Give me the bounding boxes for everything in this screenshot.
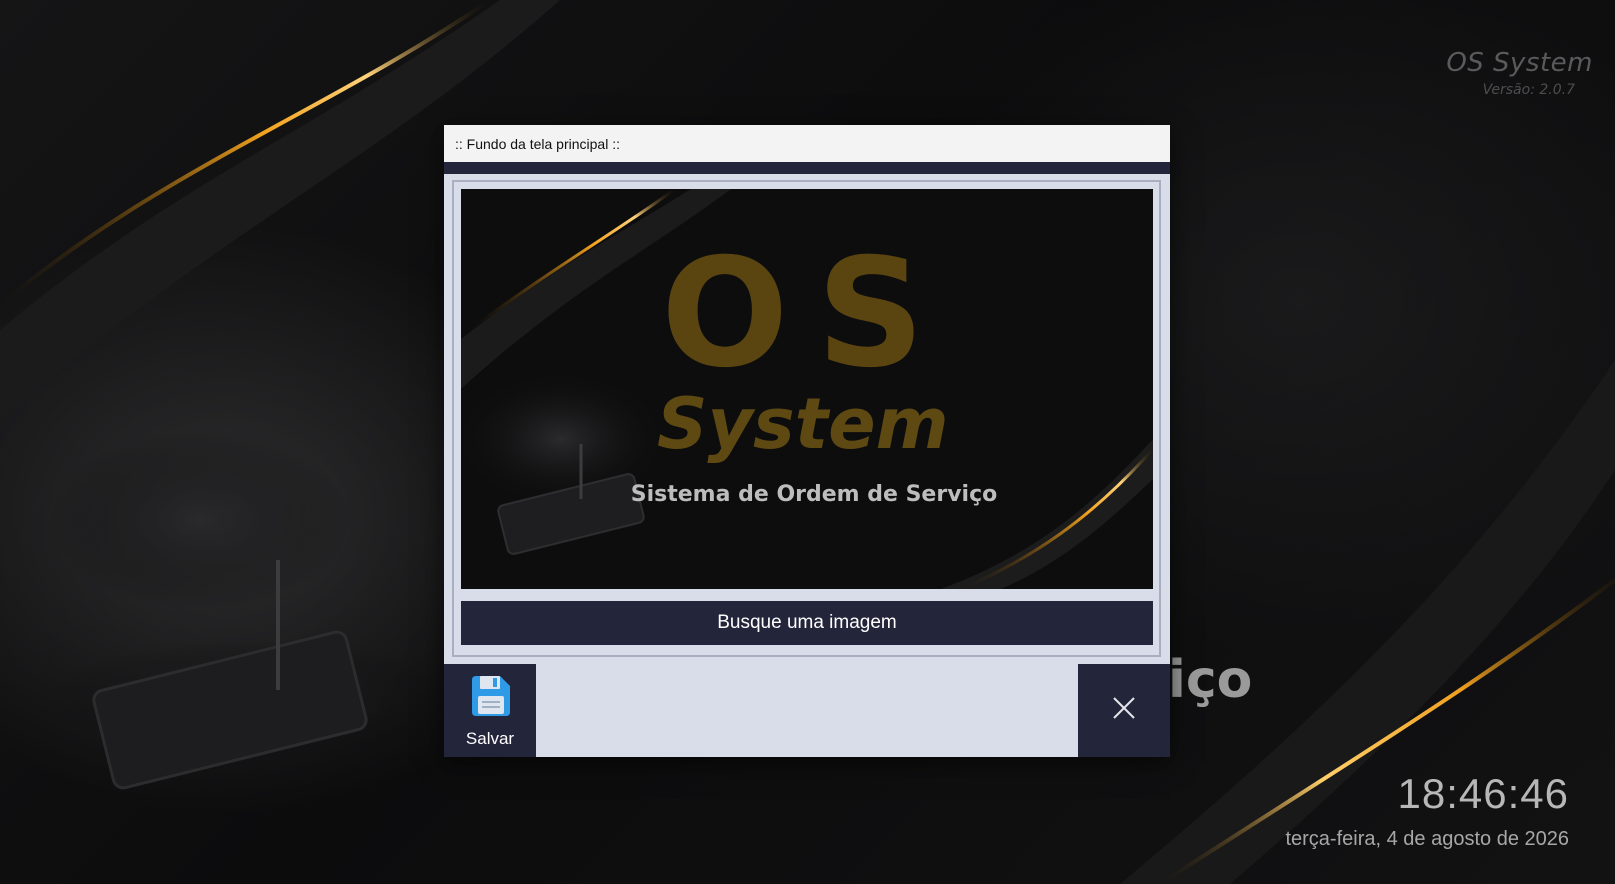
dialog-footer: Salvar	[444, 664, 1170, 757]
image-frame: OS System Sistema de Ordem de Serviço Bu…	[452, 180, 1161, 657]
preview-tagline: Sistema de Ordem de Serviço	[630, 482, 998, 507]
dialog-title: :: Fundo da tela principal ::	[455, 135, 620, 152]
browse-image-button[interactable]: Busque uma imagem	[461, 601, 1153, 645]
background-image-preview: OS System Sistema de Ordem de Serviço	[461, 189, 1153, 589]
titlebar-strip	[444, 162, 1170, 174]
save-button-label: Salvar	[465, 729, 515, 748]
save-button[interactable]: Salvar	[444, 664, 536, 757]
floppy-disk-icon	[466, 672, 514, 725]
brand-block: OS System Versão: 2.0.7	[1446, 48, 1593, 98]
version-label: Versão: 2.0.7	[1482, 82, 1575, 98]
clock: 18:46:46	[1397, 770, 1569, 817]
preview-logo-system: System	[657, 383, 949, 465]
preview-logo-os: OS	[661, 227, 953, 401]
brand-name: OS System	[1446, 48, 1593, 78]
background-tagline-fragment: iço	[1168, 650, 1253, 710]
dialog-titlebar[interactable]: :: Fundo da tela principal ::	[444, 125, 1170, 162]
browse-image-label: Busque uma imagem	[717, 612, 897, 633]
date-label: terça-feira, 4 de agosto de 2026	[1285, 828, 1569, 850]
background-settings-dialog: :: Fundo da tela principal :: OS System …	[444, 125, 1170, 757]
close-button[interactable]	[1078, 664, 1170, 757]
close-icon	[1111, 695, 1137, 726]
